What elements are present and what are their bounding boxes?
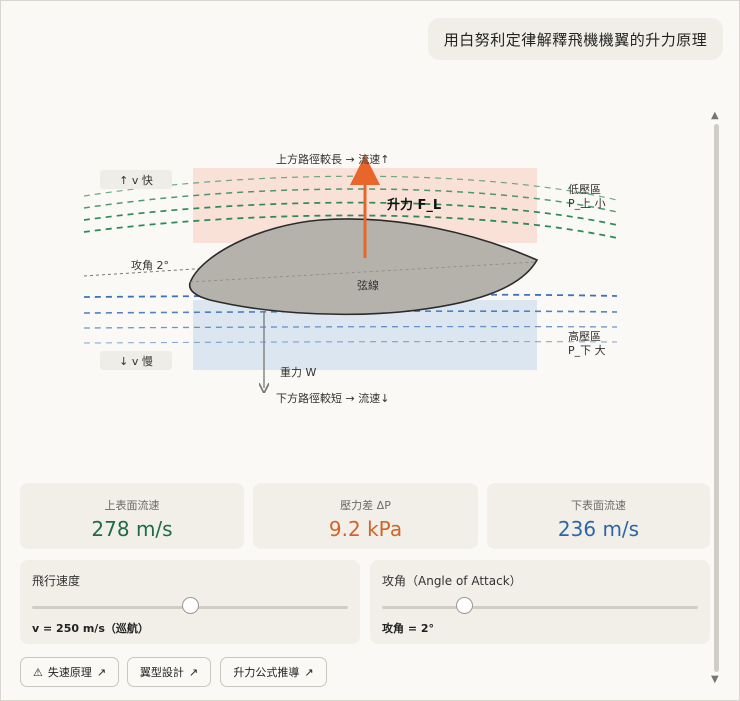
scroll-down-arrow-icon[interactable]: ▼ <box>711 674 719 685</box>
metric-label: 壓力差 ΔP <box>340 499 391 512</box>
speed-control-title: 飛行速度 <box>32 574 81 588</box>
warning-icon: ⚠ <box>32 665 43 679</box>
metric-value: 236 m/s <box>557 517 640 541</box>
high-pressure-sub: P_下 大 <box>568 343 606 357</box>
chord-label: 弦線 <box>357 278 379 292</box>
angle-control-panel: 攻角（Angle of Attack） 攻角 = 2° <box>370 560 710 644</box>
airfoil-design-button[interactable]: 翼型設計 ↗ <box>127 657 211 687</box>
speed-control-panel: 飛行速度 v = 250 m/s（巡航） <box>20 560 360 644</box>
button-label: 升力公式推導 <box>233 666 300 679</box>
high-pressure-label: 高壓區 <box>568 329 601 343</box>
metric-label: 上表面流速 <box>104 499 160 512</box>
angle-slider-thumb[interactable] <box>456 597 473 614</box>
low-pressure-label: 低壓區 <box>568 183 601 196</box>
external-link-icon: ↗ <box>96 665 107 679</box>
v-fast-label: ↑ v 快 <box>119 174 153 187</box>
angle-slider-track[interactable] <box>382 606 698 609</box>
external-link-icon: ↗ <box>304 665 314 679</box>
low-pressure-sub: P_上 小 <box>568 197 606 210</box>
metric-value: 9.2 kPa <box>328 517 403 541</box>
metric-pressure-difference: 壓力差 ΔP 9.2 kPa <box>253 483 478 549</box>
metric-label: 下表面流速 <box>571 499 626 512</box>
lift-formula-button[interactable]: 升力公式推導 ↗ <box>220 657 327 687</box>
scrollbar-thumb[interactable] <box>714 124 719 672</box>
speed-readout: v = 250 m/s（巡航） <box>32 622 149 635</box>
user-message-bubble: 用白努利定律解釋飛機機翼的升力原理 <box>428 18 723 60</box>
speed-slider-thumb[interactable] <box>182 597 199 614</box>
gravity-label: 重力 W <box>280 365 316 379</box>
scroll-up-arrow-icon[interactable]: ▲ <box>711 110 719 121</box>
metric-lower-velocity: 下表面流速 236 m/s <box>487 483 710 549</box>
angle-control-title: 攻角（Angle of Attack） <box>382 574 522 588</box>
external-link-icon: ↗ <box>188 665 199 679</box>
top-path-label: 上方路徑較長 → 流速↑ <box>276 152 389 166</box>
lift-label: 升力 F_L <box>387 197 441 213</box>
bottom-path-label: 下方路徑較短 → 流速↓ <box>276 391 389 405</box>
button-label: 翼型設計 <box>139 666 184 679</box>
metric-upper-velocity: 上表面流速 278 m/s <box>20 483 244 549</box>
button-label: 失速原理 <box>47 666 92 679</box>
stall-principle-button[interactable]: ⚠ 失速原理 ↗ <box>20 657 119 687</box>
bernoulli-wing-diagram: 上方路徑較長 → 流速↑ 下方路徑較短 → 流速↓ ↑ v 快 ↓ v 慢 低壓… <box>83 152 618 405</box>
angle-readout: 攻角 = 2° <box>382 622 435 635</box>
user-message-text: 用白努利定律解釋飛機機翼的升力原理 <box>443 30 708 49</box>
v-slow-label: ↓ v 慢 <box>119 355 153 368</box>
angle-label: 攻角 2° <box>131 258 169 272</box>
metric-value: 278 m/s <box>91 517 173 541</box>
